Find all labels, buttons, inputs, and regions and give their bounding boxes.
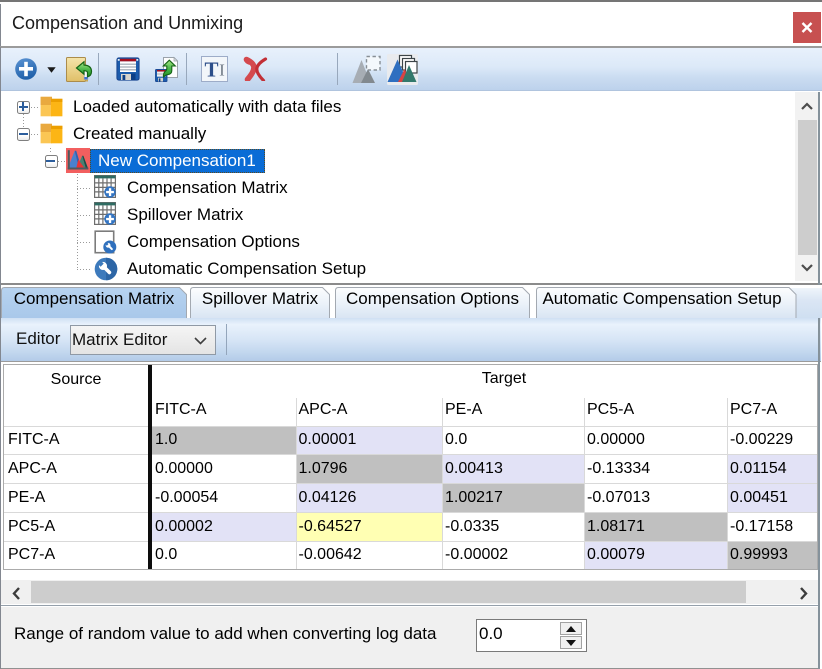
svg-text:I: I <box>219 61 225 80</box>
svg-text:T: T <box>204 58 218 82</box>
